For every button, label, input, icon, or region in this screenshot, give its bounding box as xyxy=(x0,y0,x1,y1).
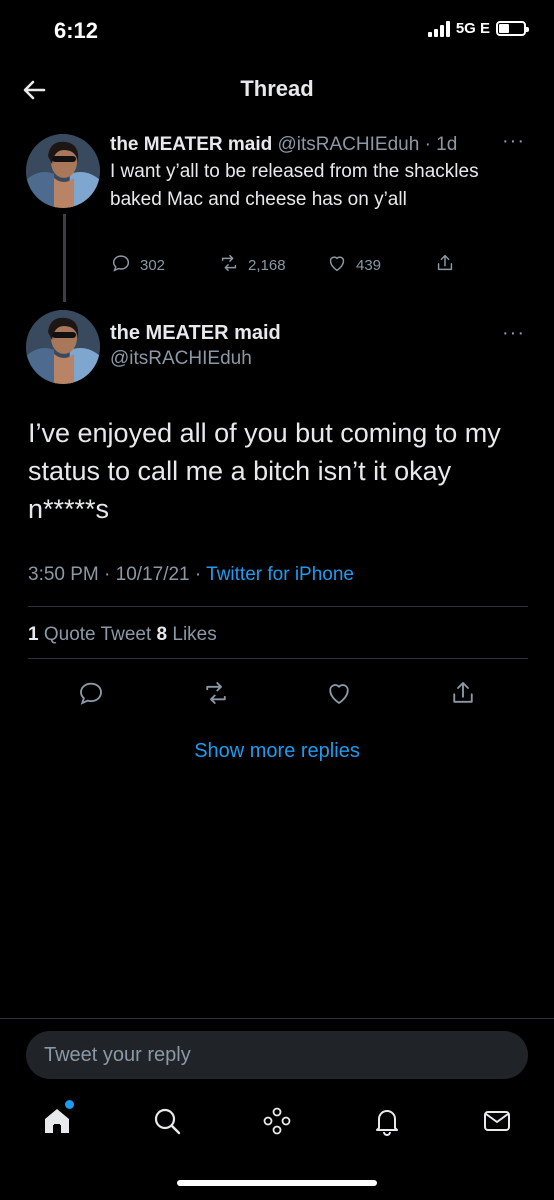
network-label: 5G E xyxy=(455,20,490,37)
divider xyxy=(28,606,528,607)
tweet-text: I want y’all to be released from the sha… xyxy=(110,161,479,210)
like-count: 439 xyxy=(356,256,382,274)
tab-bar xyxy=(0,1090,554,1160)
tweet-stats: 1 Quote Tweet 8 Likes xyxy=(28,624,217,646)
heart-icon xyxy=(326,252,348,278)
tweet-text: I’ve enjoyed all of you but coming to my… xyxy=(28,418,501,524)
like-button[interactable]: 439 xyxy=(326,252,381,278)
quote-label[interactable]: Quote Tweet xyxy=(39,624,157,645)
tweet-time: 3:50 PM · 10/17/21 · xyxy=(28,564,207,585)
notifications-icon[interactable] xyxy=(370,1104,404,1138)
like-label[interactable]: Likes xyxy=(167,624,216,645)
more-options-icon[interactable]: ··· xyxy=(502,322,525,345)
parent-tweet[interactable]: the MEATER maid @itsRACHIEduh · 1d I wan… xyxy=(0,126,554,306)
status-bar: 6:12 5G E xyxy=(0,0,554,62)
avatar[interactable] xyxy=(26,310,100,384)
retweet-count: 2,168 xyxy=(248,256,286,274)
heart-icon[interactable] xyxy=(324,678,354,708)
focus-tweet-actions xyxy=(0,678,554,714)
tweet-source-link[interactable]: Twitter for iPhone xyxy=(206,564,354,585)
unread-dot xyxy=(65,1100,74,1109)
reply-icon xyxy=(110,252,132,278)
author-name[interactable]: the MEATER maid xyxy=(110,134,272,155)
share-icon xyxy=(434,252,456,278)
signal-icon xyxy=(427,20,450,37)
reply-bar xyxy=(0,1018,554,1088)
spaces-icon[interactable] xyxy=(260,1104,294,1138)
retweet-icon xyxy=(218,252,240,278)
retweet-button[interactable]: 2,168 xyxy=(218,252,286,278)
show-more-replies-link[interactable]: Show more replies xyxy=(0,740,554,763)
tweet-age: · 1d xyxy=(424,134,458,155)
share-button[interactable] xyxy=(434,252,456,278)
avatar[interactable] xyxy=(26,134,100,208)
author-handle: @itsRACHIEduh xyxy=(277,134,420,155)
reply-input[interactable] xyxy=(26,1031,528,1079)
share-icon[interactable] xyxy=(448,678,478,708)
tweet-body: the MEATER maid @itsRACHIEduh · 1d I wan… xyxy=(110,134,530,214)
like-count[interactable]: 8 xyxy=(157,624,168,645)
status-indicators: 5G E xyxy=(427,20,529,37)
header: Thread xyxy=(0,62,554,116)
tweet-timestamp: 3:50 PM · 10/17/21 · Twitter for iPhone xyxy=(28,564,354,586)
home-indicator xyxy=(177,1180,377,1186)
more-options-icon[interactable]: ··· xyxy=(502,130,525,153)
thread-connector xyxy=(63,214,66,302)
retweet-icon[interactable] xyxy=(201,678,231,708)
home-icon[interactable] xyxy=(40,1100,74,1138)
reply-button[interactable]: 302 xyxy=(110,252,165,278)
messages-icon[interactable] xyxy=(480,1104,514,1138)
reply-count: 302 xyxy=(140,256,166,274)
tweet-author-line: the MEATER maid @itsRACHIEduh · 1d xyxy=(110,134,530,156)
search-icon[interactable] xyxy=(150,1104,184,1138)
quote-count[interactable]: 1 xyxy=(28,624,39,645)
author-handle[interactable]: @itsRACHIEduh xyxy=(110,348,252,370)
battery-icon xyxy=(496,21,529,36)
page-title: Thread xyxy=(240,76,314,101)
author-name[interactable]: the MEATER maid xyxy=(110,322,281,345)
reply-icon[interactable] xyxy=(76,678,106,708)
divider xyxy=(28,658,528,659)
status-time: 6:12 xyxy=(54,18,99,43)
